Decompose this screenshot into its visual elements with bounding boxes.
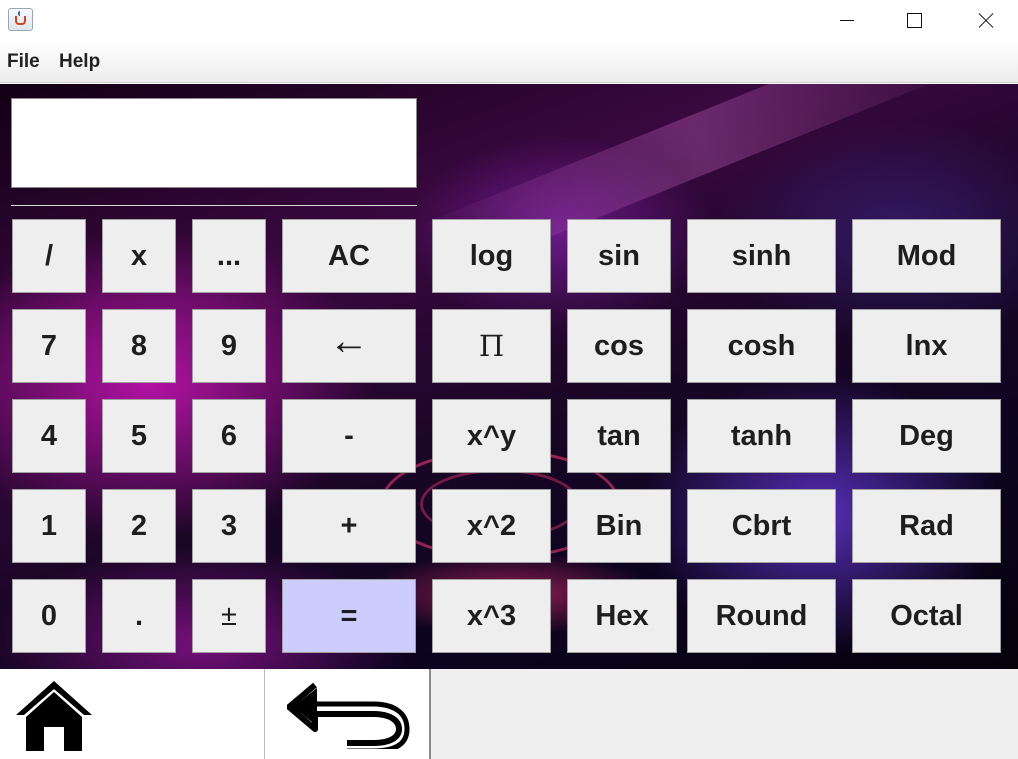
minus-button[interactable]: - xyxy=(282,399,416,473)
bottom-bar xyxy=(0,669,1018,759)
menu-help[interactable]: Help xyxy=(59,51,100,73)
cos-button[interactable]: cos xyxy=(567,309,671,383)
pi-button[interactable]: Π xyxy=(432,309,551,383)
digit-0-button[interactable]: 0 xyxy=(12,579,86,653)
digit-8-button[interactable]: 8 xyxy=(102,309,176,383)
back-arrow-icon xyxy=(287,682,410,749)
rad-button[interactable]: Rad xyxy=(852,489,1001,563)
lnx-button[interactable]: lnx xyxy=(852,309,1001,383)
hex-button[interactable]: Hex xyxy=(567,579,677,653)
clear-button[interactable]: AC xyxy=(282,219,416,293)
divide-button[interactable]: / xyxy=(12,219,86,293)
maximize-button[interactable] xyxy=(879,0,949,40)
sin-button[interactable]: sin xyxy=(567,219,671,293)
mod-button[interactable]: Mod xyxy=(852,219,1001,293)
ellipsis-button[interactable]: ... xyxy=(192,219,266,293)
menu-bar: File Help xyxy=(0,40,1018,83)
cosh-button[interactable]: cosh xyxy=(687,309,836,383)
digit-4-button[interactable]: 4 xyxy=(12,399,86,473)
cube-button[interactable]: x^3 xyxy=(432,579,551,653)
round-button[interactable]: Round xyxy=(687,579,836,653)
minimize-button[interactable] xyxy=(811,0,881,40)
digit-3-button[interactable]: 3 xyxy=(192,489,266,563)
digit-7-button[interactable]: 7 xyxy=(12,309,86,383)
plus-button[interactable]: + xyxy=(282,489,416,563)
pi-label: Π xyxy=(478,329,505,363)
back-button[interactable] xyxy=(265,669,431,759)
title-bar xyxy=(0,0,1018,40)
power-y-button[interactable]: x^y xyxy=(432,399,551,473)
java-cup-icon xyxy=(8,8,33,31)
tan-button[interactable]: tan xyxy=(567,399,671,473)
digit-2-button[interactable]: 2 xyxy=(102,489,176,563)
cbrt-button[interactable]: Cbrt xyxy=(687,489,836,563)
calculator-display[interactable] xyxy=(11,98,417,188)
square-button[interactable]: x^2 xyxy=(432,489,551,563)
equals-button[interactable]: = xyxy=(282,579,416,653)
close-button[interactable] xyxy=(949,0,1018,40)
digit-6-button[interactable]: 6 xyxy=(192,399,266,473)
tanh-button[interactable]: tanh xyxy=(687,399,836,473)
backspace-button[interactable]: ← xyxy=(282,309,416,383)
home-icon xyxy=(16,681,92,751)
digit-9-button[interactable]: 9 xyxy=(192,309,266,383)
menu-file[interactable]: File xyxy=(7,51,40,73)
display-divider xyxy=(11,205,417,206)
multiply-button[interactable]: x xyxy=(102,219,176,293)
deg-button[interactable]: Deg xyxy=(852,399,1001,473)
home-button[interactable] xyxy=(0,669,265,759)
digit-5-button[interactable]: 5 xyxy=(102,399,176,473)
log-button[interactable]: log xyxy=(432,219,551,293)
backspace-icon: ← xyxy=(329,318,369,363)
plus-minus-label: ± xyxy=(221,599,237,632)
sinh-button[interactable]: sinh xyxy=(687,219,836,293)
decimal-button[interactable]: . xyxy=(102,579,176,653)
plus-minus-button[interactable]: ± xyxy=(192,579,266,653)
bin-button[interactable]: Bin xyxy=(567,489,671,563)
calculator-panel: / x ... AC log sin sinh Mod 7 8 9 ← Π co… xyxy=(0,84,1018,669)
octal-button[interactable]: Octal xyxy=(852,579,1001,653)
digit-1-button[interactable]: 1 xyxy=(12,489,86,563)
